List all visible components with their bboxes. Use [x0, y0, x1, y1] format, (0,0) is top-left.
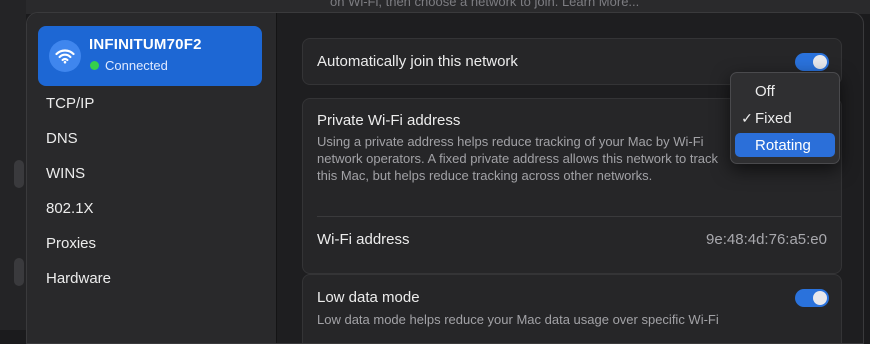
selected-network-card[interactable]: INFINITUM70F2 Connected	[38, 26, 262, 86]
menu-item-label: Off	[755, 82, 775, 100]
row-divider	[317, 216, 841, 217]
menu-item-off[interactable]: Off	[735, 79, 835, 103]
wifi-address-value: 9e:48:4d:76:a5:e0	[706, 231, 827, 248]
menu-item-rotating[interactable]: Rotating	[735, 133, 835, 157]
sidebar: INFINITUM70F2 Connected TCP/IP DNS WINS …	[27, 13, 277, 343]
network-name: INFINITUM70F2	[89, 36, 202, 53]
auto-join-label: Automatically join this network	[317, 53, 518, 70]
toggle-knob	[813, 291, 827, 305]
wifi-icon	[49, 40, 81, 72]
background-window-edge	[0, 0, 26, 330]
wifi-address-label: Wi-Fi address	[317, 231, 410, 248]
wifi-details-dialog: INFINITUM70F2 Connected TCP/IP DNS WINS …	[26, 12, 864, 344]
connection-status: Connected	[89, 58, 168, 73]
sidebar-item-dns[interactable]: DNS	[46, 130, 78, 147]
settings-content: Automatically join this network Private …	[302, 13, 842, 343]
low-data-mode-toggle[interactable]	[795, 289, 829, 307]
private-address-description: Using a private address helps reduce tra…	[317, 134, 719, 183]
menu-item-fixed[interactable]: ✓ Fixed	[735, 106, 835, 130]
sidebar-item-tcpip[interactable]: TCP/IP	[46, 95, 94, 112]
background-control	[14, 258, 24, 286]
connection-status-label: Connected	[105, 58, 168, 73]
menu-item-label: Rotating	[755, 136, 811, 154]
sidebar-item-wins[interactable]: WINS	[46, 165, 85, 182]
private-address-label: Private Wi-Fi address	[317, 112, 461, 129]
auto-join-toggle[interactable]	[795, 53, 829, 71]
background-control	[14, 160, 24, 188]
sidebar-item-hardware[interactable]: Hardware	[46, 270, 111, 287]
toggle-knob	[813, 55, 827, 69]
low-data-mode-description: Low data mode helps reduce your Mac data…	[317, 312, 719, 327]
sidebar-item-proxies[interactable]: Proxies	[46, 235, 96, 252]
sidebar-item-8021x[interactable]: 802.1X	[46, 200, 94, 217]
menu-item-label: Fixed	[755, 109, 792, 127]
checkmark-icon: ✓	[741, 109, 753, 126]
low-data-mode-group: Low data mode Low data mode helps reduce…	[302, 274, 842, 343]
connected-dot-icon	[90, 61, 99, 70]
background-text: on Wi-Fi, then choose a network to join.…	[330, 0, 640, 9]
private-address-dropdown-menu: Off ✓ Fixed Rotating	[730, 72, 840, 164]
low-data-mode-label: Low data mode	[317, 289, 420, 306]
